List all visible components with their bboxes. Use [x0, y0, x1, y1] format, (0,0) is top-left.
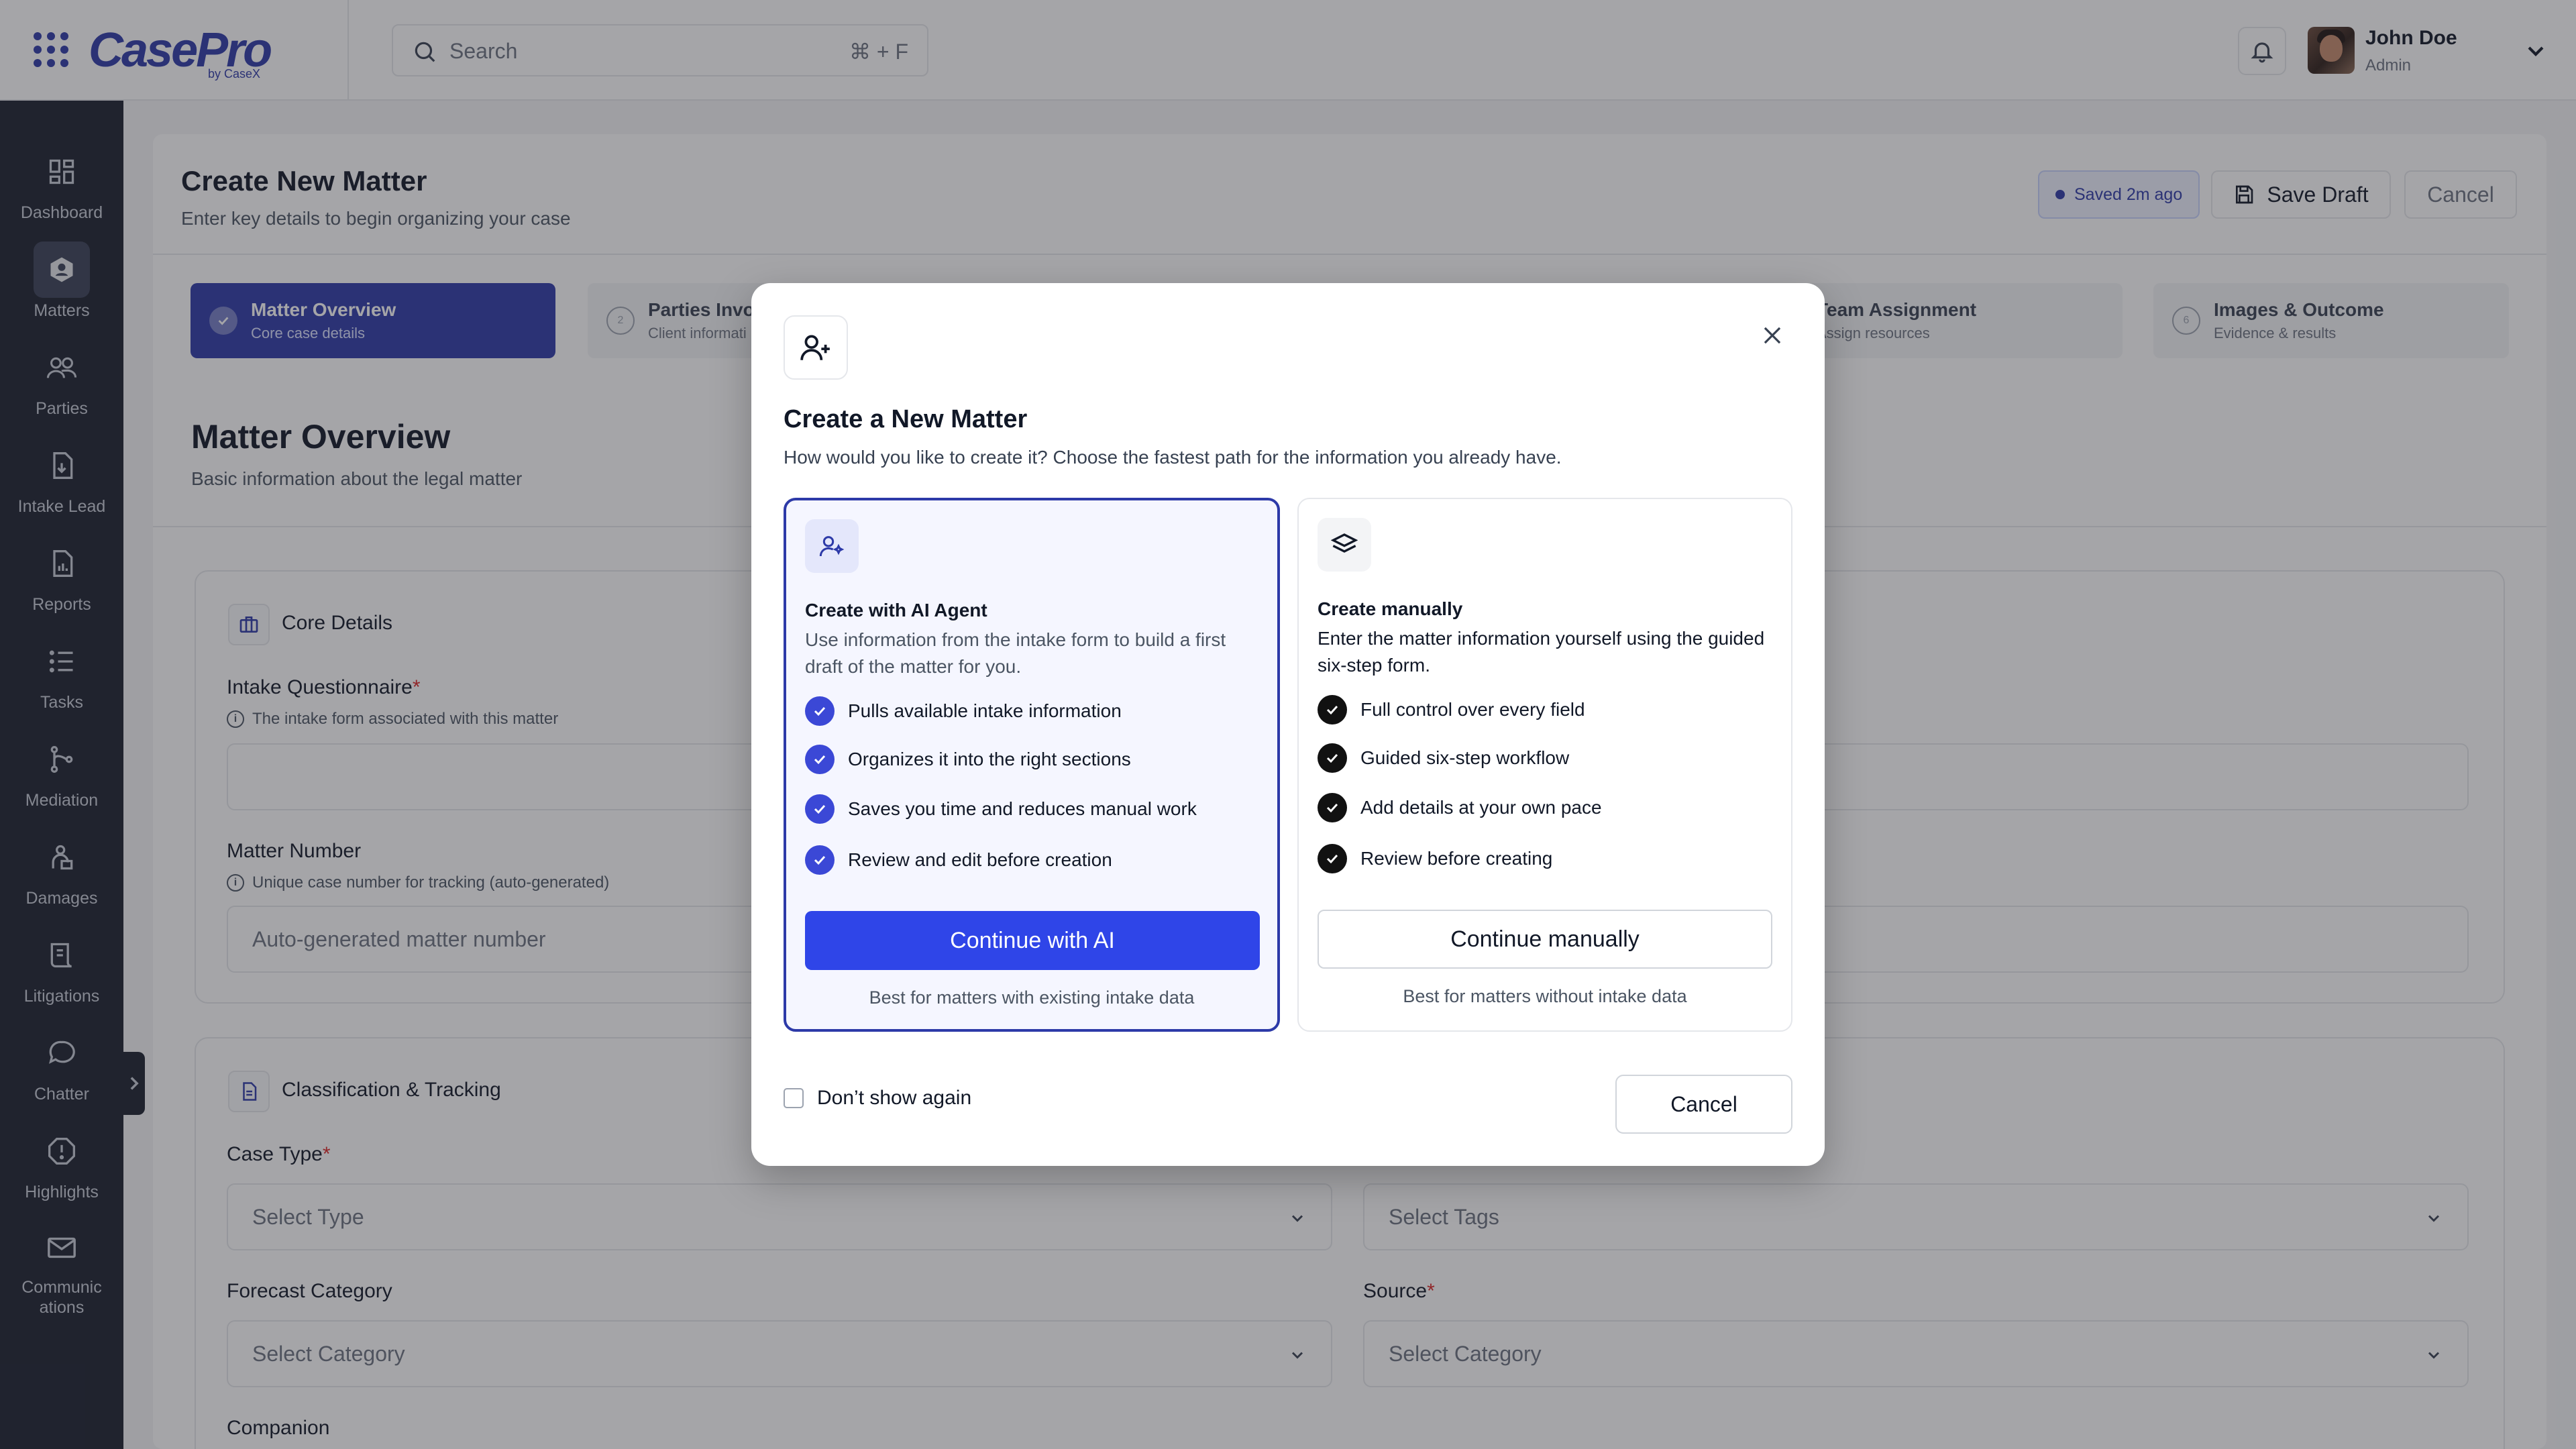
continue-with-ai-button[interactable]: Continue with AI: [805, 911, 1260, 970]
feature-item: Review and edit before creation: [805, 845, 1112, 875]
manual-option-note: Best for matters without intake data: [1403, 986, 1687, 1006]
feature-item: Saves you time and reduces manual work: [805, 794, 1197, 824]
check-circle-icon: [805, 696, 835, 726]
feature-item: Organizes it into the right sections: [805, 745, 1131, 774]
close-icon: [1764, 327, 1781, 344]
dont-show-again-checkbox[interactable]: Don’t show again: [784, 1087, 971, 1110]
check-circle-icon: [805, 845, 835, 875]
check-circle-icon: [1318, 695, 1347, 724]
modal-cancel-button[interactable]: Cancel: [1615, 1075, 1792, 1134]
feature-item: Add details at your own pace: [1318, 793, 1602, 822]
ai-option-card[interactable]: Create with AI Agent Use information fro…: [784, 498, 1280, 1032]
add-user-icon: [784, 315, 848, 380]
feature-item: Full control over every field: [1318, 695, 1585, 724]
manual-option-card[interactable]: Create manually Enter the matter informa…: [1297, 498, 1792, 1032]
feature-item: Review before creating: [1318, 844, 1552, 873]
modal-subtitle: How would you like to create it? Choose …: [784, 447, 1562, 468]
ai-option-description: Use information from the intake form to …: [805, 629, 1226, 677]
continue-manually-button[interactable]: Continue manually: [1318, 910, 1772, 969]
checkbox-label: Don’t show again: [817, 1087, 972, 1109]
ai-agent-icon: [805, 519, 859, 573]
create-matter-modal: Create a New Matter How would you like t…: [751, 283, 1825, 1166]
ai-option-title: Create with AI Agent: [805, 600, 987, 621]
check-circle-icon: [1318, 793, 1347, 822]
check-circle-icon: [805, 745, 835, 774]
check-circle-icon: [805, 794, 835, 824]
feature-item: Guided six-step workflow: [1318, 743, 1569, 773]
manual-option-title: Create manually: [1318, 598, 1463, 619]
layers-icon: [1318, 518, 1371, 572]
check-circle-icon: [1318, 844, 1347, 873]
check-circle-icon: [1318, 743, 1347, 773]
manual-option-description: Enter the matter information yourself us…: [1318, 628, 1765, 676]
close-button[interactable]: [1756, 319, 1788, 352]
checkbox[interactable]: [784, 1088, 804, 1108]
feature-item: Pulls available intake information: [805, 696, 1122, 726]
ai-option-note: Best for matters with existing intake da…: [869, 987, 1195, 1008]
modal-title: Create a New Matter: [784, 405, 1028, 433]
